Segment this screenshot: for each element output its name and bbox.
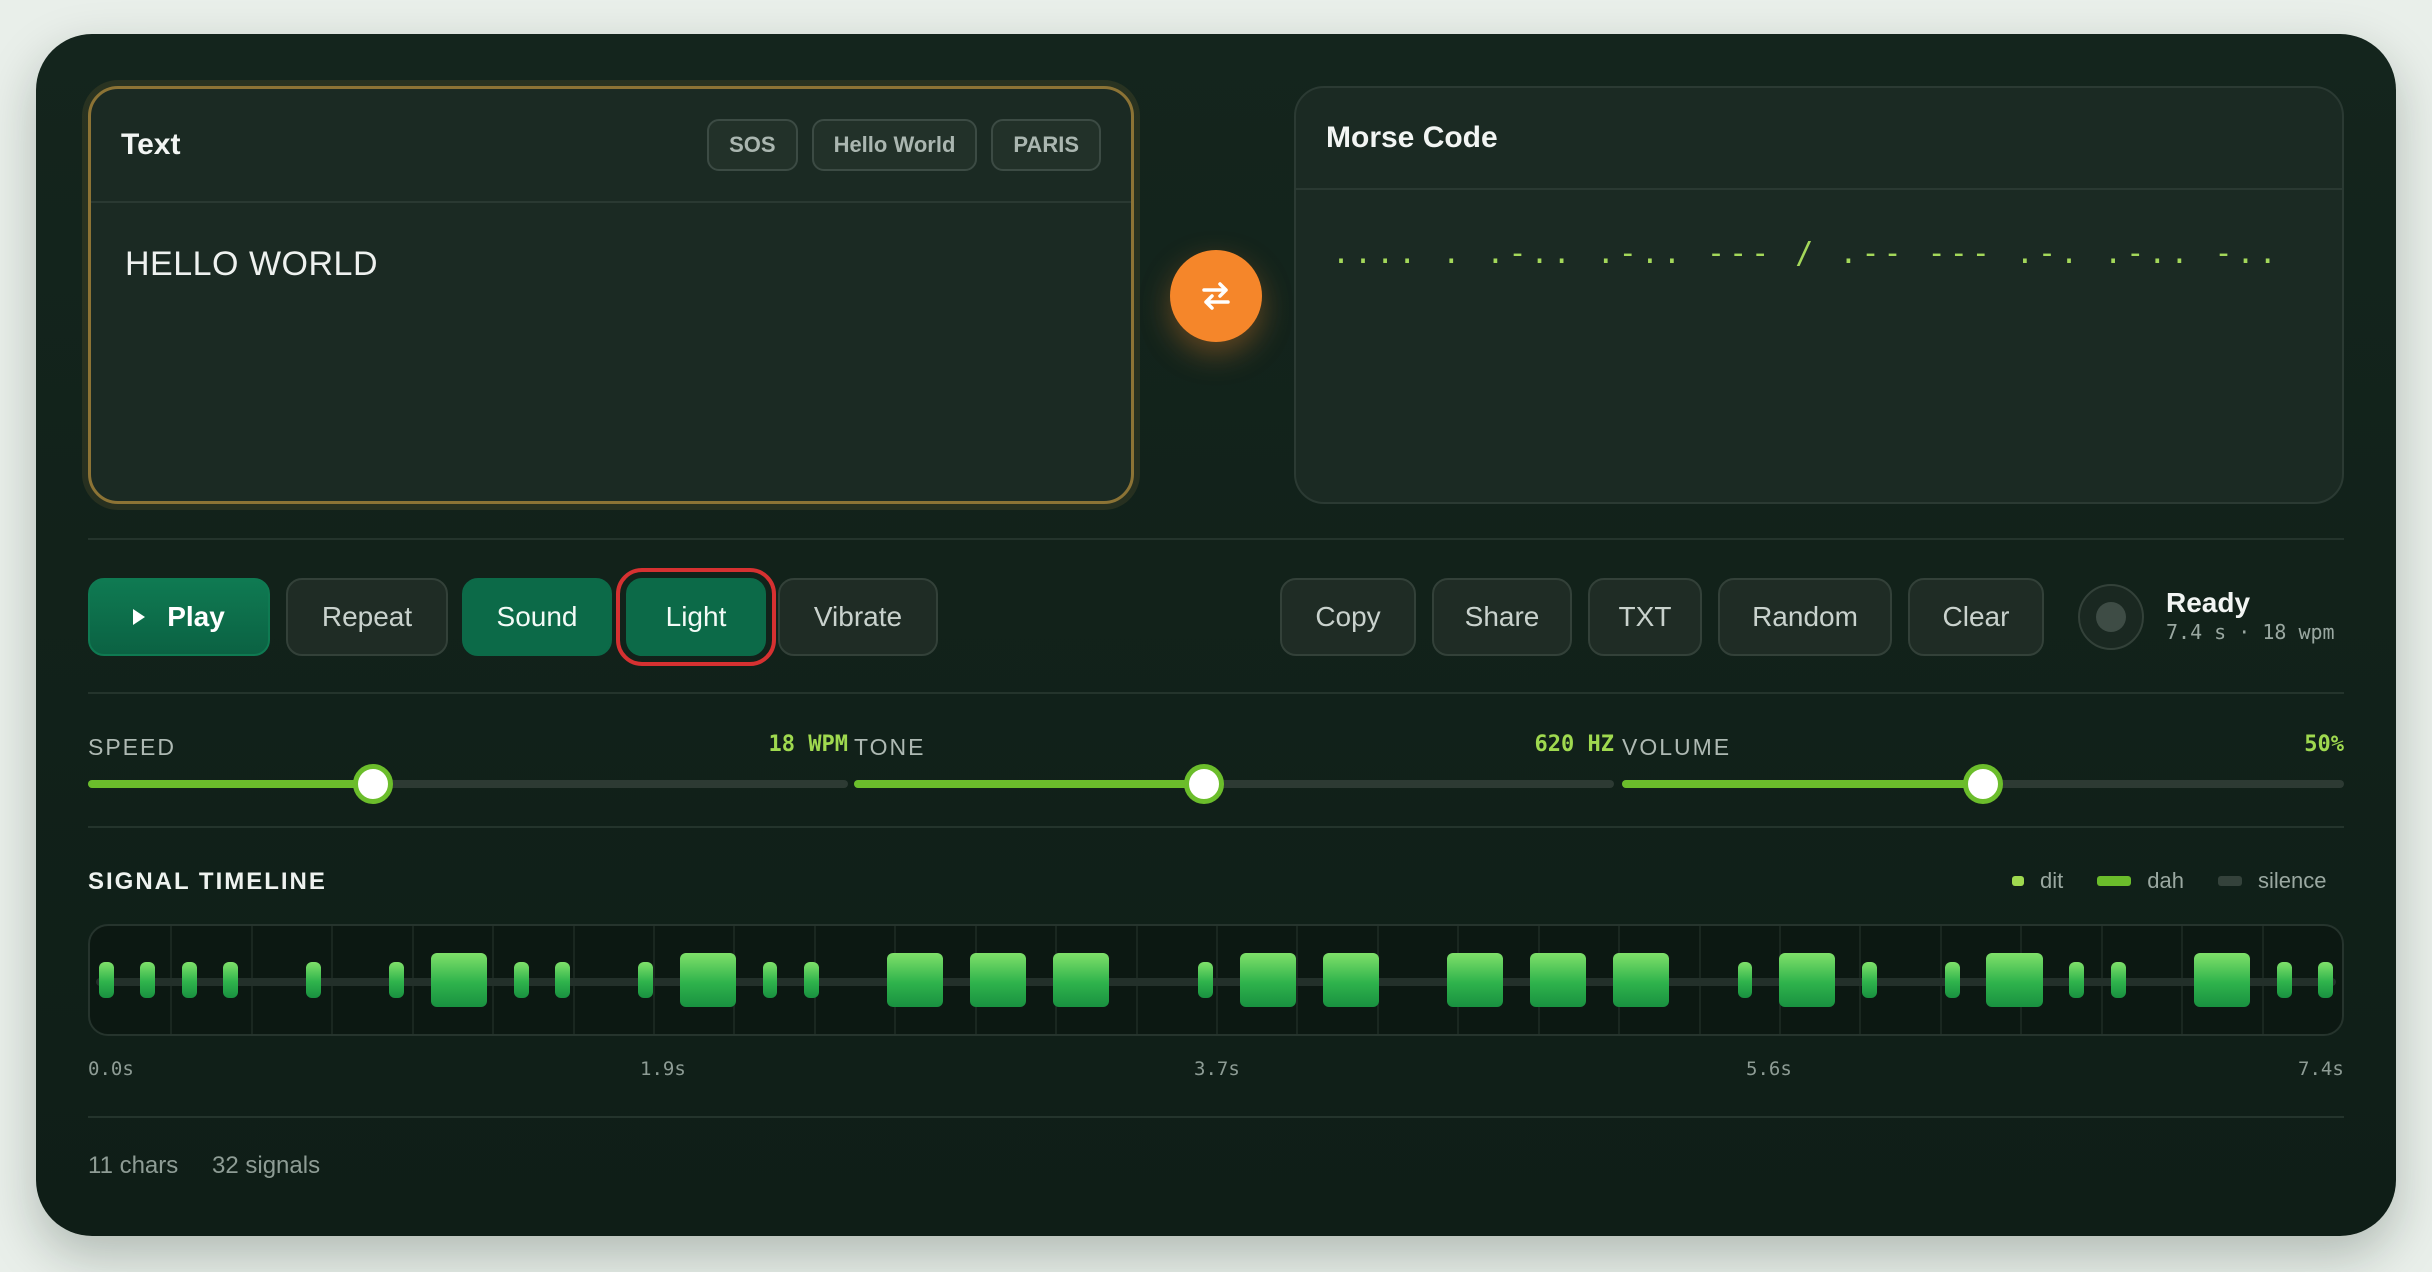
speed-slider-handle[interactable]	[353, 764, 393, 804]
dit-signal	[1737, 962, 1753, 998]
dit-signal	[513, 962, 529, 998]
signal-timeline	[88, 924, 2344, 1036]
axis-label: 0.0s	[88, 1058, 134, 1080]
dah-signal	[1239, 953, 1296, 1007]
preset-sos-button[interactable]: SOS	[707, 119, 798, 171]
timeline-title: SIGNAL TIMELINE	[88, 868, 327, 895]
speed-value: 18 WPM	[768, 732, 848, 757]
tone-slider[interactable]	[854, 764, 1614, 804]
dit-signal	[2069, 962, 2085, 998]
dah-signal	[887, 953, 944, 1007]
share-button[interactable]: Share	[1432, 578, 1572, 656]
dah-signal	[1986, 953, 2043, 1007]
dit-swatch-icon	[2012, 876, 2024, 886]
dah-signal	[1530, 953, 1587, 1007]
vibrate-toggle[interactable]: Vibrate	[778, 578, 938, 656]
dit-signal	[555, 962, 571, 998]
dit-signal	[223, 962, 239, 998]
dit-signal	[2110, 962, 2126, 998]
axis-label: 3.7s	[1194, 1058, 1240, 1080]
divider	[88, 692, 2344, 694]
silence-swatch-icon	[2217, 876, 2242, 886]
morse-output-panel: Morse Code .... . .-.. .-.. --- / .-- --…	[1294, 86, 2344, 504]
dit-signal	[181, 962, 197, 998]
dah-swatch-icon	[2097, 876, 2132, 886]
dit-signal	[804, 962, 819, 998]
dit-signal	[1861, 962, 1877, 998]
play-label: Play	[167, 601, 225, 632]
dit-signal	[2276, 962, 2292, 998]
text-panel-title: Text	[121, 128, 181, 161]
clear-button[interactable]: Clear	[1908, 578, 2044, 656]
dit-signal	[99, 962, 114, 998]
dah-signal	[970, 953, 1027, 1007]
divider	[88, 1116, 2344, 1118]
sound-toggle[interactable]: Sound	[462, 578, 612, 656]
signal-count: 32 signals	[212, 1152, 321, 1179]
swap-button[interactable]	[1170, 250, 1262, 342]
dit-signal	[1198, 962, 1213, 998]
axis-label: 5.6s	[1746, 1058, 1792, 1080]
morse-output-text: .... . .-.. .-.. --- / .-- --- .-. .-.. …	[1332, 236, 2281, 271]
status-title: Ready	[2166, 587, 2251, 618]
volume-slider-fill	[1622, 780, 1983, 788]
dah-signal	[1613, 953, 1670, 1007]
dit-signal	[1944, 962, 1960, 998]
divider	[88, 538, 2344, 540]
preset-paris-button[interactable]: PARIS	[991, 119, 1101, 171]
dah-signal	[1779, 953, 1836, 1007]
dit-signal	[140, 962, 156, 998]
divider	[88, 826, 2344, 828]
text-panel-header: Text SOS Hello World PARIS	[91, 89, 1131, 203]
status-detail: 7.4 s · 18 wpm	[2166, 620, 2335, 644]
volume-slider[interactable]	[1622, 764, 2344, 804]
tone-label: TONE	[854, 734, 926, 760]
speed-label: SPEED	[88, 734, 176, 760]
tone-value: 620 HZ	[1534, 732, 1614, 757]
text-input-field[interactable]: HELLO WORLD	[91, 203, 1131, 326]
speed-slider[interactable]	[88, 764, 848, 804]
preset-hello-world-button[interactable]: Hello World	[811, 119, 978, 171]
tone-slider-fill	[854, 780, 1204, 788]
tone-slider-handle[interactable]	[1183, 764, 1224, 804]
legend-dah: dah	[2147, 868, 2184, 893]
char-count: 11 chars	[88, 1152, 179, 1179]
legend-dit: dit	[2040, 868, 2064, 893]
copy-button[interactable]: Copy	[1280, 578, 1416, 656]
status-indicator	[2078, 584, 2144, 650]
repeat-button[interactable]: Repeat	[286, 578, 448, 656]
timeline-legend: dit dah silence	[2012, 868, 2326, 894]
dah-signal	[2193, 953, 2251, 1007]
dah-signal	[1447, 953, 1504, 1007]
dah-signal	[1053, 953, 1110, 1007]
random-button[interactable]: Random	[1718, 578, 1892, 656]
dah-signal	[679, 953, 736, 1007]
dah-signal	[1322, 953, 1379, 1007]
dit-signal	[306, 962, 322, 998]
play-button[interactable]: Play	[88, 578, 270, 656]
speed-slider-fill	[88, 780, 373, 788]
volume-value: 50%	[2304, 732, 2344, 757]
morse-panel-header: Morse Code	[1296, 88, 2342, 190]
volume-slider-handle[interactable]	[1963, 764, 2003, 804]
morse-app: Text SOS Hello World PARIS HELLO WORLD M…	[36, 34, 2396, 1236]
play-icon	[133, 609, 146, 625]
text-input-panel: Text SOS Hello World PARIS HELLO WORLD	[88, 86, 1134, 504]
swap-arrows-icon	[1202, 282, 1230, 310]
dit-signal	[638, 962, 653, 998]
dah-signal	[430, 953, 488, 1007]
dit-signal	[2318, 962, 2333, 998]
light-toggle[interactable]: Light	[616, 568, 776, 666]
txt-button[interactable]: TXT	[1588, 578, 1702, 656]
legend-silence: silence	[2257, 868, 2327, 893]
volume-label: VOLUME	[1622, 734, 1732, 760]
dit-signal	[762, 962, 778, 998]
dit-signal	[389, 962, 405, 998]
axis-label: 1.9s	[640, 1058, 686, 1080]
status-dot-icon	[2096, 602, 2126, 632]
morse-panel-title: Morse Code	[1326, 121, 1498, 154]
axis-label: 7.4s	[2298, 1058, 2344, 1080]
